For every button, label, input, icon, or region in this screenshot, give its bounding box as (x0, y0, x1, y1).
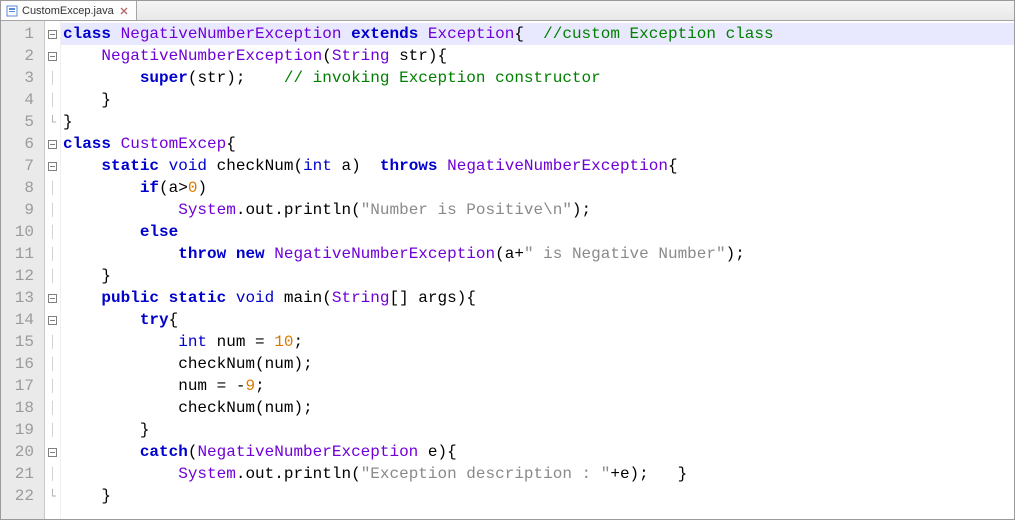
code-line[interactable]: } (61, 111, 1014, 133)
code-line[interactable]: } (61, 89, 1014, 111)
editor-area: 12345678910111213141516171819202122 ││└│… (1, 21, 1014, 519)
fold-line: │ (45, 331, 60, 353)
code-line[interactable]: System.out.println("Exception descriptio… (61, 463, 1014, 485)
line-number: 22 (1, 485, 44, 507)
line-number: 16 (1, 353, 44, 375)
line-number: 14 (1, 309, 44, 331)
fold-line: │ (45, 397, 60, 419)
line-number: 5 (1, 111, 44, 133)
fold-line: │ (45, 419, 60, 441)
file-tab[interactable]: CustomExcep.java (1, 1, 137, 20)
line-number: 1 (1, 23, 44, 45)
code-line[interactable]: super(str); // invoking Exception constr… (61, 67, 1014, 89)
code-area[interactable]: class NegativeNumberException extends Ex… (61, 21, 1014, 519)
java-file-icon (6, 5, 18, 17)
tab-filename: CustomExcep.java (22, 5, 114, 17)
line-number: 17 (1, 375, 44, 397)
code-line[interactable]: public static void main(String[] args){ (61, 287, 1014, 309)
code-line[interactable]: int num = 10; (61, 331, 1014, 353)
code-line[interactable]: throw new NegativeNumberException(a+" is… (61, 243, 1014, 265)
fold-toggle[interactable] (45, 155, 60, 177)
line-number: 15 (1, 331, 44, 353)
fold-end[interactable]: └ (45, 485, 60, 507)
fold-toggle[interactable] (45, 441, 60, 463)
line-number: 20 (1, 441, 44, 463)
line-number: 8 (1, 177, 44, 199)
fold-line: │ (45, 221, 60, 243)
line-number: 13 (1, 287, 44, 309)
fold-line: │ (45, 177, 60, 199)
code-line[interactable]: checkNum(num); (61, 397, 1014, 419)
line-number: 6 (1, 133, 44, 155)
fold-line: │ (45, 199, 60, 221)
line-number: 4 (1, 89, 44, 111)
fold-line: │ (45, 89, 60, 111)
fold-toggle[interactable] (45, 287, 60, 309)
code-line[interactable]: } (61, 265, 1014, 287)
code-line[interactable]: NegativeNumberException(String str){ (61, 45, 1014, 67)
line-number: 11 (1, 243, 44, 265)
code-line[interactable]: static void checkNum(int a) throws Negat… (61, 155, 1014, 177)
line-number: 3 (1, 67, 44, 89)
code-line[interactable]: System.out.println("Number is Positive\n… (61, 199, 1014, 221)
line-number: 10 (1, 221, 44, 243)
line-number: 19 (1, 419, 44, 441)
line-number: 9 (1, 199, 44, 221)
fold-toggle[interactable] (45, 309, 60, 331)
code-line[interactable]: if(a>0) (61, 177, 1014, 199)
editor-window: CustomExcep.java 12345678910111213141516… (0, 0, 1015, 520)
line-number: 12 (1, 265, 44, 287)
code-line[interactable]: checkNum(num); (61, 353, 1014, 375)
fold-line: │ (45, 67, 60, 89)
line-number: 7 (1, 155, 44, 177)
tab-bar: CustomExcep.java (1, 1, 1014, 21)
fold-line: │ (45, 463, 60, 485)
fold-toggle[interactable] (45, 23, 60, 45)
fold-line: │ (45, 353, 60, 375)
code-line[interactable]: class NegativeNumberException extends Ex… (61, 23, 1014, 45)
code-line[interactable]: class CustomExcep{ (61, 133, 1014, 155)
fold-line: │ (45, 243, 60, 265)
line-number: 18 (1, 397, 44, 419)
fold-line: │ (45, 265, 60, 287)
code-line[interactable]: catch(NegativeNumberException e){ (61, 441, 1014, 463)
line-number-gutter: 12345678910111213141516171819202122 (1, 21, 45, 519)
fold-toggle[interactable] (45, 133, 60, 155)
fold-line: │ (45, 375, 60, 397)
fold-end[interactable]: └ (45, 111, 60, 133)
code-line[interactable]: try{ (61, 309, 1014, 331)
close-icon[interactable] (118, 5, 130, 17)
code-line[interactable]: else (61, 221, 1014, 243)
fold-toggle[interactable] (45, 45, 60, 67)
code-line[interactable]: } (61, 419, 1014, 441)
line-number: 2 (1, 45, 44, 67)
code-line[interactable]: num = -9; (61, 375, 1014, 397)
line-number: 21 (1, 463, 44, 485)
code-line[interactable]: } (61, 485, 1014, 507)
fold-gutter: ││└│││││││││││└ (45, 21, 61, 519)
